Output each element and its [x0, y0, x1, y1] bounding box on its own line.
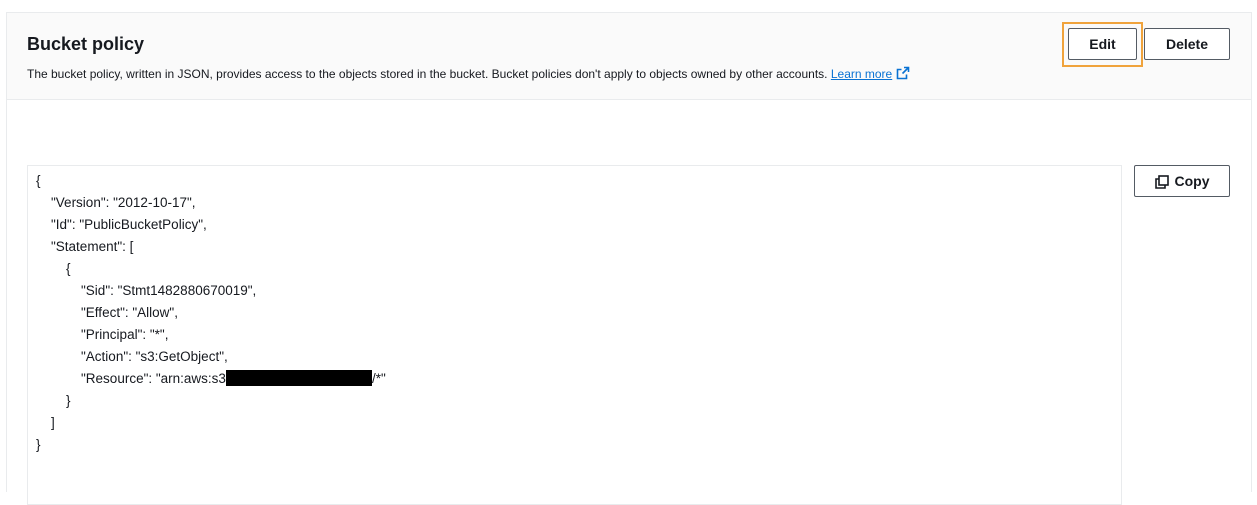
bucket-policy-panel: Bucket policy The bucket policy, written…	[6, 12, 1252, 505]
panel-description: The bucket policy, written in JSON, prov…	[27, 66, 910, 81]
resource-suffix: /*"	[371, 371, 386, 386]
copy-icon	[1154, 175, 1169, 189]
code-line: "Statement": [	[36, 239, 134, 254]
edit-focus-highlight: Edit	[1062, 22, 1143, 67]
external-link-icon[interactable]	[896, 66, 910, 80]
code-line: }	[36, 437, 41, 452]
code-line: "Version": "2012-10-17",	[36, 195, 196, 210]
code-line: "Effect": "Allow",	[36, 305, 178, 320]
code-line: }	[36, 393, 71, 408]
code-line: {	[36, 261, 71, 276]
delete-button[interactable]: Delete	[1144, 28, 1230, 60]
copy-button[interactable]: Copy	[1134, 165, 1230, 197]
panel-header: Bucket policy The bucket policy, written…	[7, 13, 1251, 100]
learn-more-link[interactable]: Learn more	[831, 67, 892, 81]
description-text: The bucket policy, written in JSON, prov…	[27, 67, 828, 81]
copy-button-label: Copy	[1174, 173, 1210, 189]
redacted-bucket-name	[225, 370, 372, 386]
code-line: "Sid": "Stmt1482880670019",	[36, 283, 257, 298]
code-line-resource: "Resource": "arn:aws:s3 /*"	[36, 368, 386, 390]
code-line: "Action": "s3:GetObject",	[36, 349, 228, 364]
page-title: Bucket policy	[27, 34, 145, 54]
policy-json-viewer: { "Version": "2012-10-17", "Id": "Public…	[27, 165, 1122, 505]
code-line: ]	[36, 415, 55, 430]
resource-prefix: "Resource": "arn:aws:s3	[36, 371, 226, 386]
code-line: "Principal": "*",	[36, 327, 169, 342]
code-line: "Id": "PublicBucketPolicy",	[36, 217, 207, 232]
code-line: {	[36, 173, 41, 188]
edit-button[interactable]: Edit	[1068, 28, 1137, 60]
